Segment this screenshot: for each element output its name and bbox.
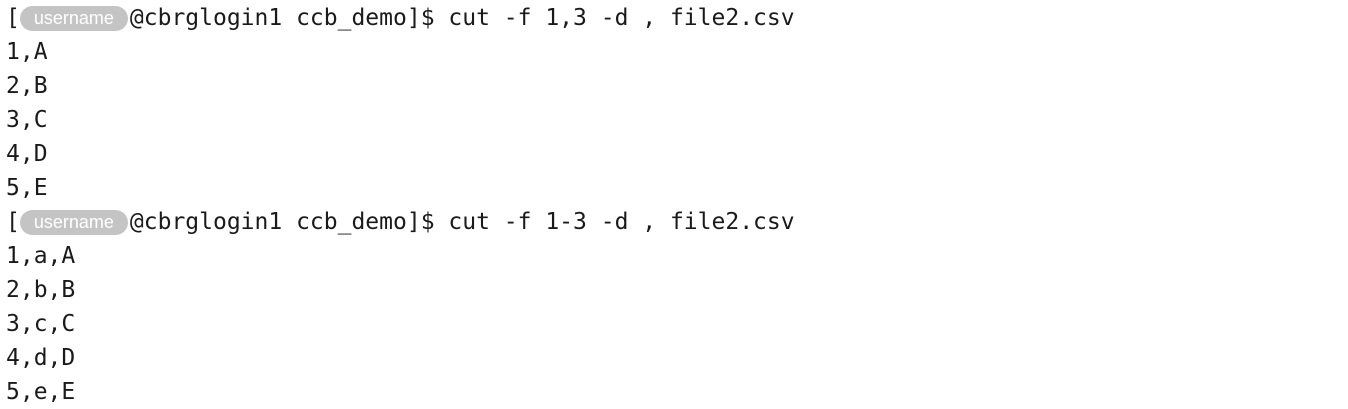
output-line: 2,B — [6, 73, 48, 99]
output-line: 4,D — [6, 141, 48, 167]
prompt-host-path: @cbrglogin1 ccb_demo]$ — [129, 5, 449, 31]
username-badge: username — [19, 209, 128, 235]
output-line: 5,e,E — [6, 379, 76, 405]
output-line: 2,b,B — [6, 277, 76, 303]
output-line: 4,d,D — [6, 345, 76, 371]
output-line: 3,C — [6, 107, 48, 133]
output-line: 1,a,A — [6, 243, 76, 269]
output-line: 1,A — [6, 39, 48, 65]
prompt-line: [username @cbrglogin1 ccb_demo]$ cut -f 1… — [6, 1, 795, 35]
prompt-open-bracket: [ — [6, 209, 20, 235]
username-badge: username — [19, 5, 128, 31]
prompt-open-bracket: [ — [6, 5, 20, 31]
command-text: cut -f 1,3 -d , file2.csv — [448, 5, 795, 31]
terminal-output[interactable]: [username @cbrglogin1 ccb_demo]$ cut -f 1… — [6, 1, 795, 409]
command-text: cut -f 1-3 -d , file2.csv — [448, 209, 795, 235]
output-line: 5,E — [6, 175, 48, 201]
prompt-host-path: @cbrglogin1 ccb_demo]$ — [129, 209, 449, 235]
prompt-line: [username @cbrglogin1 ccb_demo]$ cut -f 1… — [6, 205, 795, 239]
output-line: 3,c,C — [6, 311, 76, 337]
